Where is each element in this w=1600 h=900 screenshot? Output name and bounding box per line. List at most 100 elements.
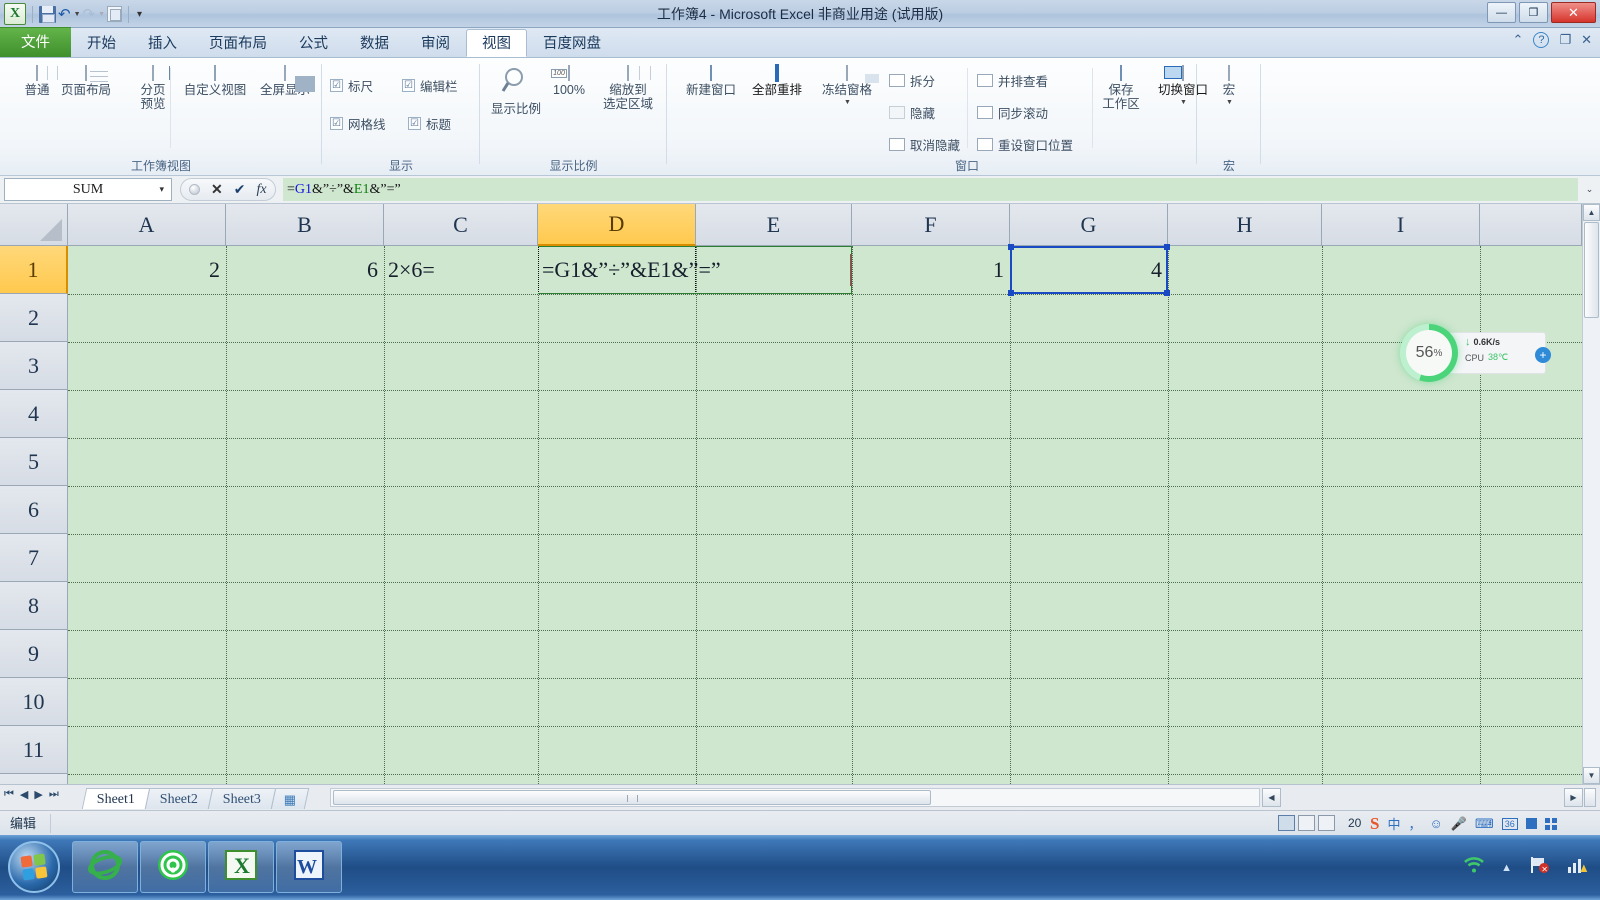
status-normal-view-icon[interactable] — [1278, 815, 1295, 831]
save-workspace-button[interactable]: 保存 工作区 — [1093, 65, 1149, 111]
expand-formula-bar-icon[interactable]: ⌄ — [1581, 178, 1598, 201]
row-header-5[interactable]: 5 — [0, 438, 68, 486]
synchronous-scrolling-button[interactable]: 同步滚动 — [977, 103, 1048, 122]
ime-mode-chinese-icon[interactable]: 中 — [1387, 814, 1400, 833]
column-header-i[interactable]: I — [1322, 204, 1480, 246]
widget-usage-ring[interactable]: 56% — [1398, 324, 1462, 382]
view-side-by-side-button[interactable]: 并排查看 — [977, 71, 1048, 90]
ime-panel-icon[interactable] — [1525, 818, 1537, 829]
row-header-8[interactable]: 8 — [0, 582, 68, 630]
scroll-up-button[interactable]: ▲ — [1583, 204, 1600, 221]
column-header-c[interactable]: C — [384, 204, 538, 246]
column-header-h[interactable]: H — [1168, 204, 1322, 246]
new-sheet-tab[interactable]: ▦ — [271, 788, 310, 809]
row-header-7[interactable]: 7 — [0, 534, 68, 582]
taskbar-item-360-browser[interactable] — [140, 841, 206, 893]
tab-review[interactable]: 审阅 — [405, 29, 466, 57]
taskbar-item-word[interactable]: W — [276, 841, 342, 893]
wifi-icon[interactable] — [1463, 856, 1485, 879]
gridlines-checkbox-box[interactable]: ☑ — [330, 117, 343, 130]
restore-window-icon[interactable]: ❐ — [1559, 32, 1571, 48]
freeze-panes-button[interactable]: 冻结窗格 ▼ — [811, 65, 883, 107]
ruler-checkbox-box[interactable]: ☑ — [330, 79, 343, 92]
reset-window-position-button[interactable]: 重设窗口位置 — [977, 135, 1073, 154]
handle-top-left[interactable] — [1008, 244, 1014, 250]
fullscreen-button[interactable]: 全屏显示 — [250, 65, 320, 97]
select-all-corner[interactable] — [0, 204, 68, 246]
ime-punctuation-icon[interactable]: ， — [1408, 814, 1421, 833]
switch-windows-caret-icon[interactable]: ▼ — [1180, 99, 1187, 107]
handle-bottom-left[interactable] — [1008, 290, 1014, 296]
horizontal-scrollbar[interactable] — [330, 788, 1260, 807]
column-header-e[interactable]: E — [696, 204, 852, 246]
tab-formulas[interactable]: 公式 — [283, 29, 344, 57]
flag-alert-icon[interactable]: ✕ — [1528, 855, 1550, 880]
vertical-scroll-thumb[interactable] — [1584, 222, 1599, 318]
zoom-100-button[interactable]: 100 100% — [544, 65, 594, 97]
spreadsheet-grid[interactable]: A B C D E F G H I 1 2 3 4 5 6 7 8 9 10 1… — [0, 204, 1600, 784]
checkbox-ruler[interactable]: ☑ 标尺 — [330, 76, 373, 95]
sogou-ime-logo-icon[interactable]: S — [1370, 814, 1379, 834]
tab-file[interactable]: 文件 — [0, 27, 71, 57]
row-header-4[interactable]: 4 — [0, 390, 68, 438]
row-header-6[interactable]: 6 — [0, 486, 68, 534]
cell-f1[interactable]: 1 — [852, 246, 1010, 294]
last-sheet-button[interactable]: ⏭ — [49, 788, 59, 801]
macro-caret-icon[interactable]: ▼ — [1226, 99, 1233, 107]
column-header-f[interactable]: F — [852, 204, 1010, 246]
checkbox-formula-bar[interactable]: ☑ 编辑栏 — [402, 76, 458, 95]
horizontal-scroll-thumb[interactable] — [333, 790, 931, 805]
tab-insert[interactable]: 插入 — [132, 29, 193, 57]
macro-button[interactable]: 宏 ▼ — [1203, 65, 1255, 107]
arrange-all-button[interactable]: 全部重排 — [741, 64, 813, 97]
ime-emoji-icon[interactable]: ☺ — [1430, 816, 1443, 831]
confirm-icon[interactable]: ✔ — [234, 181, 246, 198]
minimize-button[interactable]: — — [1487, 2, 1516, 23]
sheet-tab-sheet3[interactable]: Sheet3 — [207, 788, 277, 809]
view-page-layout-button[interactable]: 页面布局 — [50, 65, 122, 97]
close-button[interactable]: ✕ — [1551, 2, 1596, 23]
tab-baidu-netdisk[interactable]: 百度网盘 — [527, 29, 617, 57]
grid-cells-area[interactable]: 2 6 2×6= =G1&”÷”&E1&”=” 1 4 — [68, 244, 1600, 784]
vertical-scrollbar[interactable]: ▲ ▼ — [1582, 204, 1600, 784]
row-header-11[interactable]: 11 — [0, 726, 68, 774]
name-box-caret-icon[interactable]: ▾ — [159, 184, 164, 195]
split-button[interactable]: 拆分 — [889, 71, 935, 90]
freeze-panes-caret-icon[interactable]: ▼ — [844, 99, 851, 107]
insert-function-icon[interactable]: fx — [256, 182, 266, 198]
tab-home[interactable]: 开始 — [71, 29, 132, 57]
restore-button[interactable]: ❐ — [1519, 2, 1548, 23]
signal-warning-icon[interactable] — [1566, 855, 1588, 880]
checkbox-headings[interactable]: ☑ 标题 — [408, 114, 451, 133]
next-sheet-button[interactable]: ▶ — [34, 788, 42, 801]
row-header-9[interactable]: 9 — [0, 630, 68, 678]
hide-button[interactable]: 隐藏 — [889, 103, 935, 122]
ime-apps-icon[interactable] — [1544, 817, 1557, 830]
status-page-break-view-icon[interactable] — [1318, 815, 1335, 831]
column-header-a[interactable]: A — [68, 204, 226, 246]
start-button[interactable] — [8, 841, 60, 893]
column-header-d[interactable]: D — [538, 204, 696, 246]
minimize-ribbon-icon[interactable]: ⌃ — [1513, 32, 1524, 48]
headings-checkbox-box[interactable]: ☑ — [408, 117, 421, 130]
row-header-3[interactable]: 3 — [0, 342, 68, 390]
first-sheet-button[interactable]: ⏮ — [4, 788, 14, 801]
tab-page-layout[interactable]: 页面布局 — [193, 29, 283, 57]
column-header-b[interactable]: B — [226, 204, 384, 246]
checkbox-gridlines[interactable]: ☑ 网格线 — [330, 114, 386, 133]
sheet-tab-sheet1[interactable]: Sheet1 — [81, 788, 151, 809]
row-header-10[interactable]: 10 — [0, 678, 68, 726]
floating-system-monitor-widget[interactable]: ↓ 0.6K/s CPU 38℃ + 56% — [1398, 324, 1551, 382]
name-box[interactable]: SUM ▾ — [4, 178, 172, 201]
status-page-layout-view-icon[interactable] — [1298, 815, 1315, 831]
zoom-button[interactable]: 显示比例 — [484, 66, 548, 116]
formula-input[interactable]: = G1 &”÷”& E1 &”=” — [283, 178, 1578, 201]
show-hidden-icons[interactable]: ▲ — [1501, 862, 1512, 874]
prev-sheet-button[interactable]: ◀ — [20, 788, 28, 801]
ime-keyboard-icon[interactable]: ⌨ — [1475, 816, 1494, 832]
reference-cell-g1-selection[interactable] — [1008, 244, 1170, 296]
ime-voice-icon[interactable]: 🎤 — [1451, 816, 1467, 832]
zoom-to-selection-button[interactable]: 缩放到 选定区域 — [592, 65, 664, 111]
row-header-12[interactable]: 12 — [0, 774, 68, 784]
row-header-1[interactable]: 1 — [0, 246, 68, 294]
